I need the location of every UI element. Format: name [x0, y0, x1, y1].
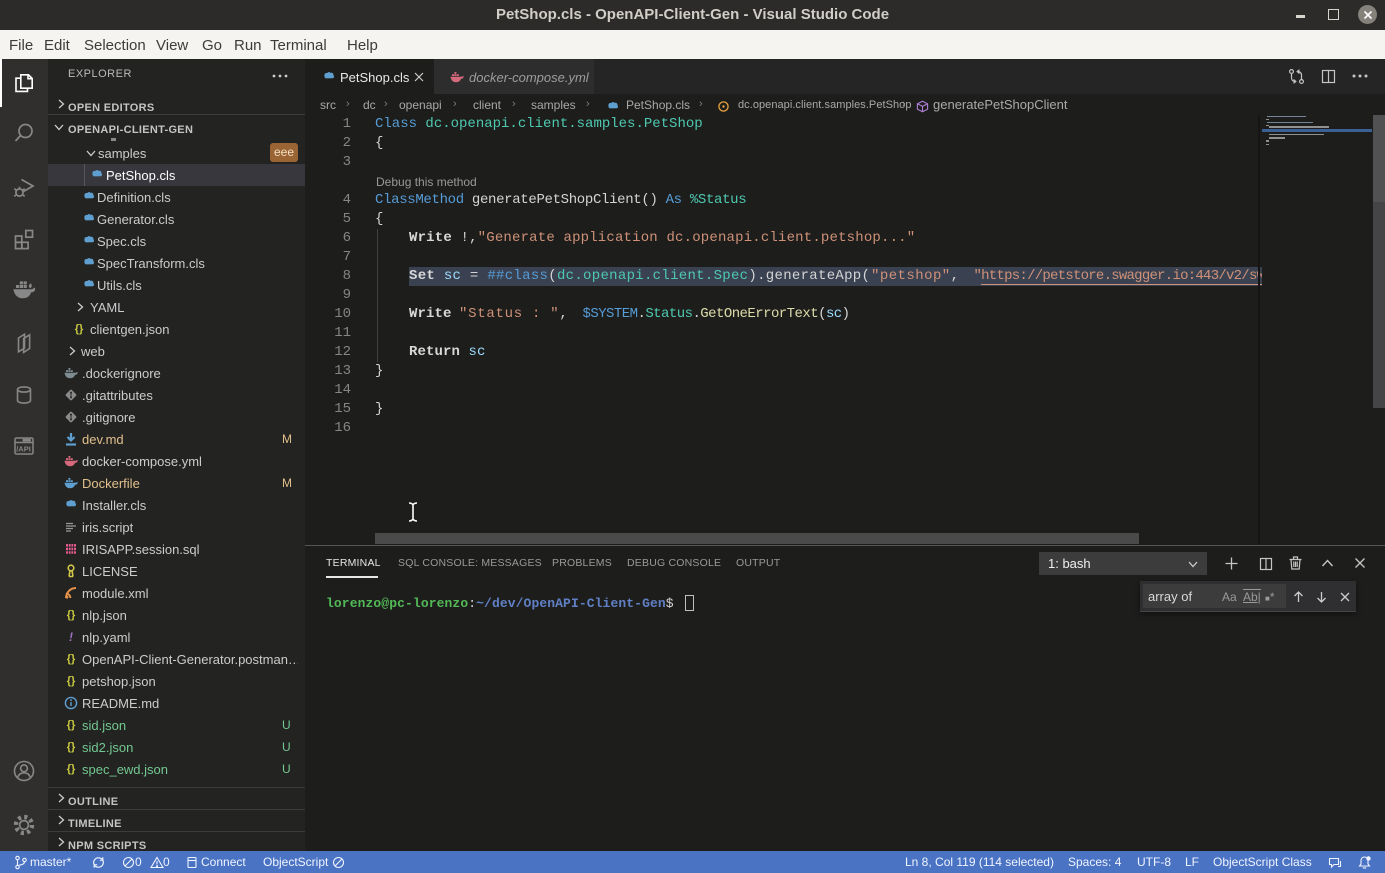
svg-text:/API: /API	[16, 445, 31, 454]
